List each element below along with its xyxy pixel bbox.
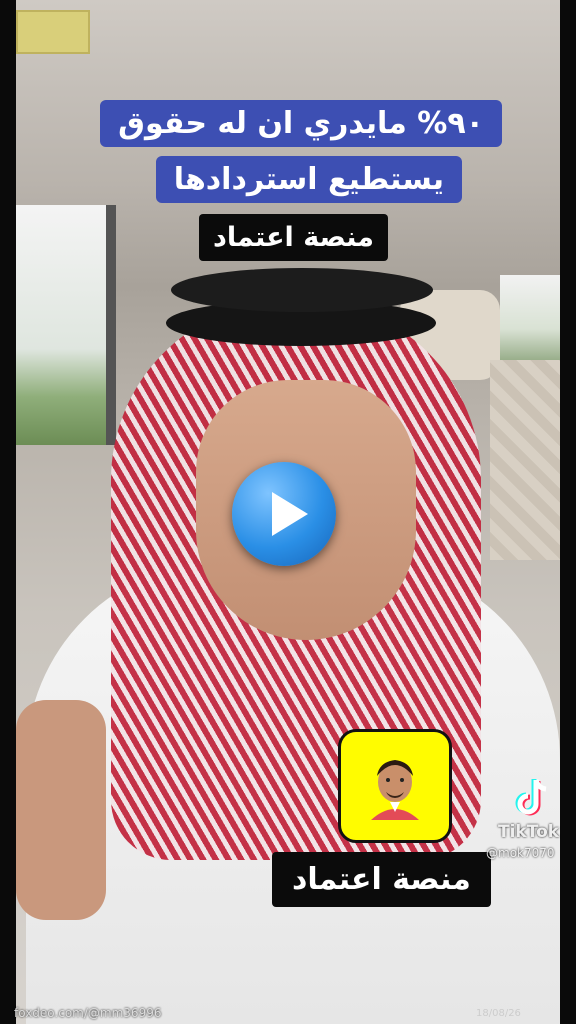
- tiktok-brand: TikTok: [498, 822, 560, 842]
- tiktok-watermark: TikTok @mok7070: [484, 772, 574, 872]
- date-stamp: 18/08/26: [476, 1008, 521, 1019]
- caption-block: ٩٠% مايدري ان له حقوق يستطيع استردادها: [100, 100, 502, 212]
- play-button[interactable]: [232, 462, 336, 566]
- snapchat-badge[interactable]: [338, 729, 452, 843]
- caption-line-1: ٩٠% مايدري ان له حقوق: [100, 100, 502, 147]
- caption-line-2: يستطيع استردادها: [155, 156, 462, 203]
- source-watermark: foxdeo.com/@mm36996: [14, 1006, 162, 1020]
- tiktok-logo-icon: [515, 779, 547, 816]
- agal-upper: [171, 268, 433, 312]
- tiktok-handle: @mok7070: [486, 846, 555, 860]
- letterbox-left: [0, 0, 16, 1024]
- snapchat-bitmoji-icon: [371, 760, 419, 820]
- platform-label-top: منصة اعتماد: [199, 214, 388, 261]
- hand: [16, 700, 106, 920]
- video-frame: ٩٠% مايدري ان له حقوق يستطيع استردادها م…: [0, 0, 576, 1024]
- platform-label-bottom: منصة اعتماد: [272, 852, 491, 907]
- play-icon: [272, 492, 308, 536]
